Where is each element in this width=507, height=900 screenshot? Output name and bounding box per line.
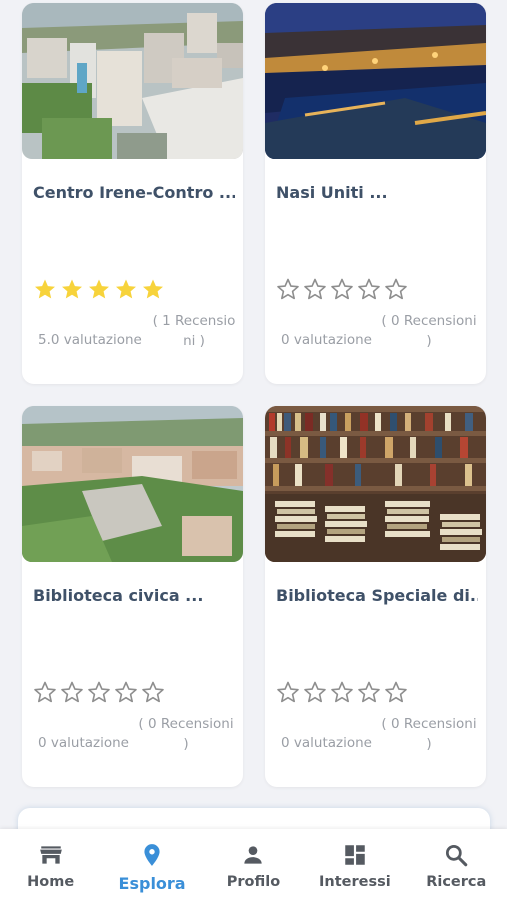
star-outline-icon	[331, 681, 353, 703]
rating-stars	[276, 680, 408, 706]
place-title: Biblioteca Speciale di...	[276, 586, 478, 605]
nav-explore[interactable]: Esplora	[104, 842, 200, 893]
star-outline-icon	[277, 681, 299, 703]
nav-profile[interactable]: Profilo	[205, 842, 301, 890]
star-outline-icon	[304, 278, 326, 300]
star-filled-icon	[116, 279, 136, 299]
nav-label: Interessi	[319, 874, 391, 890]
location-pin-icon	[139, 842, 165, 868]
star-filled-icon	[62, 279, 82, 299]
rating-score: 0 valutazione	[281, 332, 372, 348]
place-card[interactable]: Nasi Uniti ... 0 valutazione ( 0 Recensi…	[265, 3, 486, 384]
star-outline-icon	[358, 681, 380, 703]
star-outline-icon	[304, 681, 326, 703]
place-card[interactable]: Biblioteca Speciale di... 0 valutazione …	[265, 406, 486, 787]
star-outline-icon	[88, 681, 110, 703]
nav-label: Home	[27, 874, 75, 890]
place-image	[265, 406, 486, 562]
star-outline-icon	[61, 681, 83, 703]
place-card[interactable]: Biblioteca civica ... 0 valutazione ( 0 …	[22, 406, 243, 787]
star-outline-icon	[115, 681, 137, 703]
star-outline-icon	[385, 681, 407, 703]
star-filled-icon	[35, 279, 55, 299]
star-outline-icon	[277, 278, 299, 300]
star-outline-icon	[34, 681, 56, 703]
store-icon	[38, 842, 64, 868]
rating-stars	[33, 277, 165, 303]
rating-score: 5.0 valutazione	[38, 332, 142, 348]
rating-stars	[33, 680, 165, 706]
person-icon	[240, 842, 266, 868]
nav-interests[interactable]: Interessi	[307, 842, 403, 890]
place-image	[22, 3, 243, 159]
place-title: Centro Irene-Contro ...	[33, 183, 235, 202]
review-count: ( 0 Recensioni )	[138, 716, 234, 752]
nav-home[interactable]: Home	[3, 842, 99, 890]
star-filled-icon	[143, 279, 163, 299]
place-card[interactable]: Centro Irene-Contro ... 5.0 valutazione …	[22, 3, 243, 384]
star-filled-icon	[89, 279, 109, 299]
star-outline-icon	[331, 278, 353, 300]
place-image	[265, 3, 486, 159]
nav-label: Esplora	[118, 874, 186, 893]
star-outline-icon	[358, 278, 380, 300]
nav-label: Profilo	[226, 874, 281, 890]
place-title: Nasi Uniti ...	[276, 183, 388, 202]
rating-score: 0 valutazione	[281, 735, 372, 751]
bottom-nav: Home Esplora Profilo Interessi Ricerca	[0, 829, 507, 900]
rating-score: 0 valutazione	[38, 735, 129, 751]
nav-search[interactable]: Ricerca	[408, 842, 504, 890]
review-count: ( 0 Recensioni )	[381, 716, 477, 752]
place-title: Biblioteca civica ...	[33, 586, 204, 605]
dashboard-icon	[342, 842, 368, 868]
review-count: ( 1 Recensioni )	[152, 313, 236, 349]
star-outline-icon	[385, 278, 407, 300]
star-outline-icon	[142, 681, 164, 703]
rating-stars	[276, 277, 408, 303]
nav-label: Ricerca	[426, 874, 487, 890]
review-count: ( 0 Recensioni )	[381, 313, 477, 349]
search-icon	[443, 842, 469, 868]
place-image	[22, 406, 243, 562]
